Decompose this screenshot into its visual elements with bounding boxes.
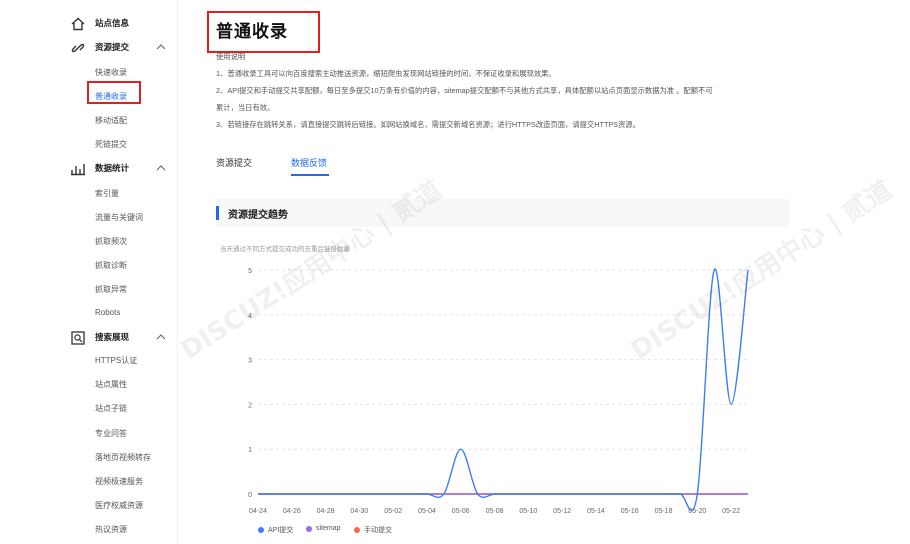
x-tick-label: 05-22: [722, 508, 740, 515]
x-tick-label: 04-30: [350, 508, 368, 515]
chevron-up-icon[interactable]: [155, 41, 167, 53]
sidebar-item-index-volume[interactable]: 索引量: [95, 188, 119, 199]
legend-label-api: API提交: [268, 527, 294, 534]
search-display-icon: [71, 331, 85, 345]
sidebar-group-data-stats[interactable]: 数据统计: [0, 158, 178, 180]
usage-heading: 使用说明: [216, 52, 246, 61]
sidebar: 站点信息 资源提交 快速收录 普通收录 移动适配 死链提交 数据统计 索引量 流…: [0, 0, 178, 544]
sidebar-item-https[interactable]: HTTPS认证: [95, 355, 137, 366]
legend-item-api[interactable]: API提交: [258, 525, 293, 535]
usage-line-3: 累计，当日有效。: [216, 103, 275, 112]
sidebar-item-sitelinks[interactable]: 站点子链: [95, 403, 127, 414]
section-accent-bar: [216, 206, 219, 220]
sidebar-item-landing-video[interactable]: 落地页视频转存: [95, 452, 151, 463]
main-content: 普通收录 使用说明 1、普通收录工具可以向百度搜索主动推送资源，缩短爬虫发现网站…: [176, 0, 910, 544]
x-tick-label: 04-26: [283, 508, 301, 515]
chevron-up-icon[interactable]: [155, 331, 167, 343]
y-tick-label: 0: [248, 492, 252, 499]
series-line-0: [258, 268, 749, 512]
legend-dot-manual: [354, 527, 360, 533]
sidebar-item-dead-link[interactable]: 死链提交: [95, 139, 127, 150]
section-header: 资源提交趋势: [216, 199, 790, 227]
stats-icon: [71, 164, 85, 176]
sidebar-item-hot-discussion[interactable]: 热议资源: [95, 524, 127, 535]
legend-label-manual: 手动提交: [364, 527, 392, 534]
legend-dot-sitemap: [306, 525, 312, 532]
section-title: 资源提交趋势: [228, 210, 288, 221]
sidebar-group-site-info[interactable]: 站点信息: [0, 13, 178, 35]
sidebar-item-site-attributes[interactable]: 站点属性: [95, 379, 127, 390]
page-title: 普通收录: [216, 22, 288, 41]
chart-subtitle: 当天通过不同方式提交成功的去重后链接数量: [220, 246, 350, 253]
sidebar-item-crawl-diagnosis[interactable]: 抓取诊断: [95, 260, 127, 271]
legend-item-manual[interactable]: 手动提交: [354, 525, 392, 535]
usage-line-4: 3、若链接存在跳转关系，请直接提交跳转后链接。如网站换域名，需提交新域名资源；进…: [216, 120, 641, 129]
x-tick-label: 05-18: [655, 508, 673, 515]
y-tick-label: 2: [248, 402, 252, 409]
sidebar-group-resource-submit[interactable]: 资源提交: [0, 37, 178, 59]
x-tick-label: 05-20: [688, 508, 706, 515]
sidebar-item-expert-qa[interactable]: 专业问答: [95, 428, 127, 439]
sidebar-item-crawl-frequency[interactable]: 抓取频次: [95, 236, 127, 247]
usage-line-1: 1、普通收录工具可以向百度搜索主动推送资源，缩短爬虫发现网站链接的时间，不保证收…: [216, 69, 556, 78]
sidebar-item-medical-authority[interactable]: 医疗权威资源: [95, 500, 143, 511]
x-tick-label: 05-16: [621, 508, 639, 515]
x-tick-label: 05-06: [452, 508, 470, 515]
y-tick-label: 3: [248, 358, 252, 365]
chevron-up-icon[interactable]: [155, 162, 167, 174]
tab-bar: 资源提交 数据反馈: [216, 156, 790, 178]
x-tick-label: 05-02: [384, 508, 402, 515]
sidebar-group-label: 资源提交: [95, 42, 130, 52]
sidebar-group-label: 站点信息: [95, 18, 130, 28]
sidebar-item-mobile-adapt[interactable]: 移动适配: [95, 115, 127, 126]
tab-active-underline: [291, 174, 329, 176]
highlight-box-sidebar: [87, 81, 141, 104]
x-tick-label: 05-14: [587, 508, 605, 515]
x-tick-label: 05-04: [418, 508, 436, 515]
sidebar-item-robots[interactable]: Robots: [95, 308, 120, 317]
x-tick-label: 05-12: [553, 508, 571, 515]
sidebar-item-crawl-errors[interactable]: 抓取异常: [95, 284, 127, 295]
sidebar-group-label: 数据统计: [95, 163, 130, 173]
sidebar-item-traffic-keywords[interactable]: 流量与关键词: [95, 212, 143, 223]
tab-data-feedback[interactable]: 数据反馈: [291, 156, 327, 169]
x-tick-label: 05-08: [486, 508, 504, 515]
x-tick-label: 04-24: [249, 508, 267, 515]
usage-line-2: 2、API提交和手动提交共享配额，每日至多提交10万条有价值的内容，sitema…: [216, 86, 713, 95]
trend-chart: 0 1 2 3 4 5 04-24 04-26 04-28 04-30 05-02 05-04 05-0…: [248, 268, 750, 515]
tab-resource-submit[interactable]: 资源提交: [216, 156, 252, 169]
link-icon: [71, 43, 85, 53]
legend-item-sitemap[interactable]: sitemap: [306, 525, 341, 532]
x-tick-label: 05-10: [519, 508, 537, 515]
sidebar-item-video-speed[interactable]: 视频极速服务: [95, 476, 143, 487]
y-tick-label: 4: [248, 313, 252, 320]
legend-dot-api: [258, 527, 264, 533]
sidebar-group-label: 搜索展现: [95, 332, 130, 342]
y-tick-label: 1: [248, 447, 252, 454]
home-icon: [71, 17, 85, 31]
sidebar-group-search-display[interactable]: 搜索展现: [0, 327, 178, 349]
legend-label-sitemap: sitemap: [316, 525, 341, 532]
x-tick-label: 04-28: [317, 508, 335, 515]
sidebar-item-fast-index[interactable]: 快速收录: [95, 67, 127, 78]
y-tick-label: 5: [248, 268, 252, 275]
